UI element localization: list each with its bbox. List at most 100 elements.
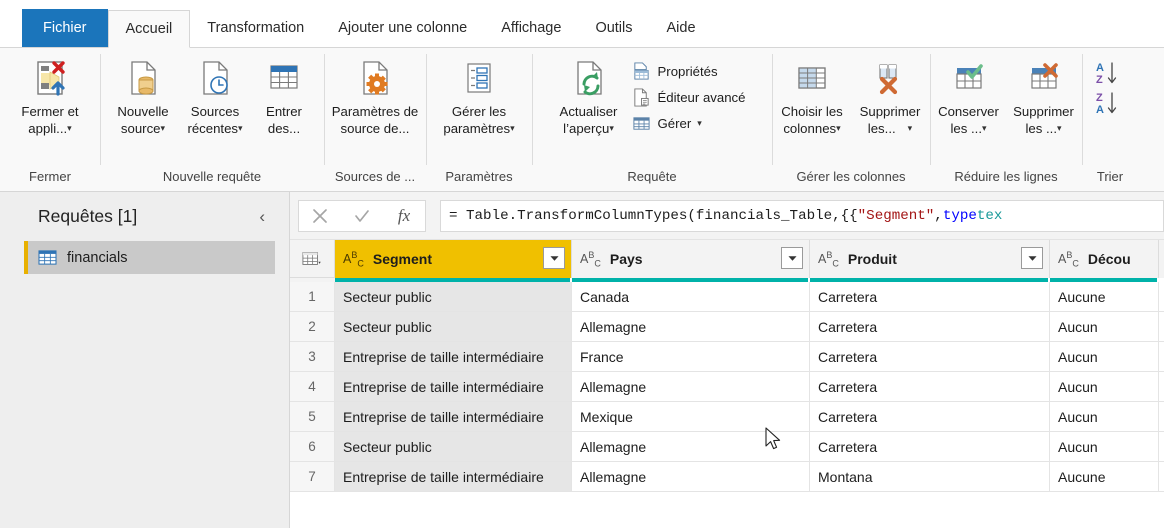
ribbon-group-trier: A Z Z A Trier <box>1082 48 1138 191</box>
queries-pane: Requêtes [1] ‹ financials <box>0 192 290 528</box>
row-number[interactable]: 3 <box>290 342 335 371</box>
insert-function-button[interactable]: fx <box>383 201 425 231</box>
chevron-down-icon[interactable]: ▾ <box>1057 123 1062 133</box>
tab-accueil[interactable]: Accueil <box>107 10 191 48</box>
chevron-down-icon[interactable]: ▾ <box>161 123 166 133</box>
table-cell[interactable]: Mexique <box>572 402 810 431</box>
table-cell[interactable]: Entreprise de taille intermédiaire <box>335 402 572 431</box>
choose-columns-label: Choisir les colonnes▾ <box>781 104 843 136</box>
table-cell[interactable]: Allemagne <box>572 372 810 401</box>
table-cell[interactable]: Secteur public <box>335 432 572 461</box>
chevron-down-icon[interactable]: ▾ <box>609 123 614 133</box>
tab-outils[interactable]: Outils <box>578 9 649 47</box>
table-cell[interactable]: Allemagne <box>572 312 810 341</box>
table-cell[interactable]: Allemagne <box>572 462 810 491</box>
table-cell[interactable]: Carretera <box>810 432 1050 461</box>
refresh-preview-button[interactable]: Actualiser l’aperçu▾ <box>553 52 625 137</box>
table-cell[interactable]: Aucun <box>1050 402 1159 431</box>
tab-ajouter-une-colonne[interactable]: Ajouter une colonne <box>321 9 484 47</box>
tab-aide[interactable]: Aide <box>650 9 713 47</box>
table-cell[interactable]: Aucune <box>1050 282 1159 311</box>
remove-columns-button[interactable]: Supprimer les... ▾ <box>851 52 929 137</box>
sort-descending-za-button[interactable]: Z A <box>1091 90 1129 120</box>
choose-columns-button[interactable]: Choisir les colonnes▾ <box>773 52 851 137</box>
formula-input[interactable]: = Table.TransformColumnTypes(financials_… <box>440 199 1164 232</box>
table-cell[interactable]: Aucun <box>1050 432 1159 461</box>
tab-fichier[interactable]: Fichier <box>22 9 108 47</box>
close-and-apply-label: Fermer et appli...▾ <box>21 104 79 136</box>
manage-button[interactable]: Gérer ▾ <box>625 110 752 136</box>
row-number[interactable]: 2 <box>290 312 335 341</box>
row-number[interactable]: 5 <box>290 402 335 431</box>
table-cell[interactable]: Entreprise de taille intermédiaire <box>335 342 572 371</box>
recent-sources-button[interactable]: Sources récentes▾ <box>179 52 251 137</box>
row-number[interactable]: 7 <box>290 462 335 491</box>
column-filter-dropdown-segment[interactable] <box>543 247 565 269</box>
table-cell[interactable]: Entreprise de taille intermédiaire <box>335 372 572 401</box>
remove-rows-button[interactable]: Supprimer les ...▾ <box>1006 52 1081 137</box>
table-cell[interactable]: Canada <box>572 282 810 311</box>
table-cell[interactable]: Aucun <box>1050 342 1159 371</box>
enter-data-button[interactable]: Entrer des... <box>251 52 317 137</box>
table-row[interactable]: 3 Entreprise de taille intermédiaire Franc… <box>290 342 1164 372</box>
table-row[interactable]: 5 Entreprise de taille intermédiaire Mexiq… <box>290 402 1164 432</box>
table-row[interactable]: 6 Secteur public Allemagne Carretera Aucun <box>290 432 1164 462</box>
advanced-editor-button[interactable]: Éditeur avancé <box>625 84 752 110</box>
data-source-settings-label: Paramètres de source de... <box>331 104 419 136</box>
table-cell[interactable]: Carretera <box>810 312 1050 341</box>
table-row[interactable]: 4 Entreprise de taille intermédiaire Allem… <box>290 372 1164 402</box>
query-list-item-financials[interactable]: financials <box>24 241 275 274</box>
chevron-down-icon[interactable]: ▾ <box>67 123 72 133</box>
table-cell[interactable]: Montana <box>810 462 1050 491</box>
row-number[interactable]: 6 <box>290 432 335 461</box>
keep-rows-button[interactable]: Conserver les ...▾ <box>931 52 1006 137</box>
manage-parameters-button[interactable]: Gérer les paramètres▾ <box>431 52 527 137</box>
table-row[interactable]: 7 Entreprise de taille intermédiaire Allem… <box>290 462 1164 492</box>
cancel-formula-button[interactable] <box>299 201 341 231</box>
table-row[interactable]: 1 Secteur public Canada Carretera Aucune <box>290 282 1164 312</box>
chevron-down-icon[interactable]: ▾ <box>982 123 987 133</box>
select-all-columns-button[interactable] <box>290 240 335 278</box>
column-filter-dropdown-pays[interactable] <box>781 247 803 269</box>
table-cell[interactable]: France <box>572 342 810 371</box>
chevron-down-icon[interactable]: ▾ <box>510 123 515 133</box>
collapse-pane-icon[interactable]: ‹ <box>255 207 269 227</box>
chevron-down-icon[interactable]: ▾ <box>836 123 841 133</box>
properties-icon <box>631 61 653 81</box>
table-cell[interactable]: Aucun <box>1050 312 1159 341</box>
svg-text:Z: Z <box>1096 74 1103 86</box>
table-cell[interactable]: Secteur public <box>335 282 572 311</box>
column-header-pays[interactable]: ABC Pays <box>572 240 810 278</box>
table-cell[interactable]: Secteur public <box>335 312 572 341</box>
tab-transformation[interactable]: Transformation <box>190 9 321 47</box>
row-number[interactable]: 1 <box>290 282 335 311</box>
ribbon-group-label-fermer: Fermer <box>29 169 71 184</box>
column-filter-dropdown-produit[interactable] <box>1021 247 1043 269</box>
chevron-down-icon[interactable]: ▾ <box>238 123 243 133</box>
formula-bar-buttons: fx <box>298 199 426 232</box>
table-cell[interactable]: Carretera <box>810 342 1050 371</box>
accept-formula-button[interactable] <box>341 201 383 231</box>
column-header-produit[interactable]: ABC Produit <box>810 240 1050 278</box>
close-and-apply-button[interactable]: Fermer et appli...▾ <box>6 52 94 137</box>
table-cell[interactable]: Allemagne <box>572 432 810 461</box>
tab-affichage[interactable]: Affichage <box>484 9 578 47</box>
table-cell[interactable]: Carretera <box>810 402 1050 431</box>
chevron-down-icon[interactable]: ▾ <box>908 123 913 133</box>
row-number[interactable]: 4 <box>290 372 335 401</box>
table-cell[interactable]: Aucun <box>1050 372 1159 401</box>
column-header-segment[interactable]: ABC Segment <box>335 240 572 278</box>
column-header-decouverte[interactable]: ABC Décou <box>1050 240 1159 278</box>
chevron-down-icon[interactable]: ▾ <box>697 118 702 129</box>
manage-label: Gérer <box>657 115 692 131</box>
table-cell[interactable]: Entreprise de taille intermédiaire <box>335 462 572 491</box>
new-source-button[interactable]: Nouvelle source▾ <box>107 52 179 137</box>
close-apply-icon <box>30 56 70 100</box>
sort-ascending-az-button[interactable]: A Z <box>1091 60 1129 90</box>
table-cell[interactable]: Carretera <box>810 372 1050 401</box>
table-row[interactable]: 2 Secteur public Allemagne Carretera Aucun <box>290 312 1164 342</box>
properties-button[interactable]: Propriétés <box>625 58 752 84</box>
table-cell[interactable]: Aucune <box>1050 462 1159 491</box>
data-source-settings-button[interactable]: Paramètres de source de... <box>327 52 423 137</box>
table-cell[interactable]: Carretera <box>810 282 1050 311</box>
